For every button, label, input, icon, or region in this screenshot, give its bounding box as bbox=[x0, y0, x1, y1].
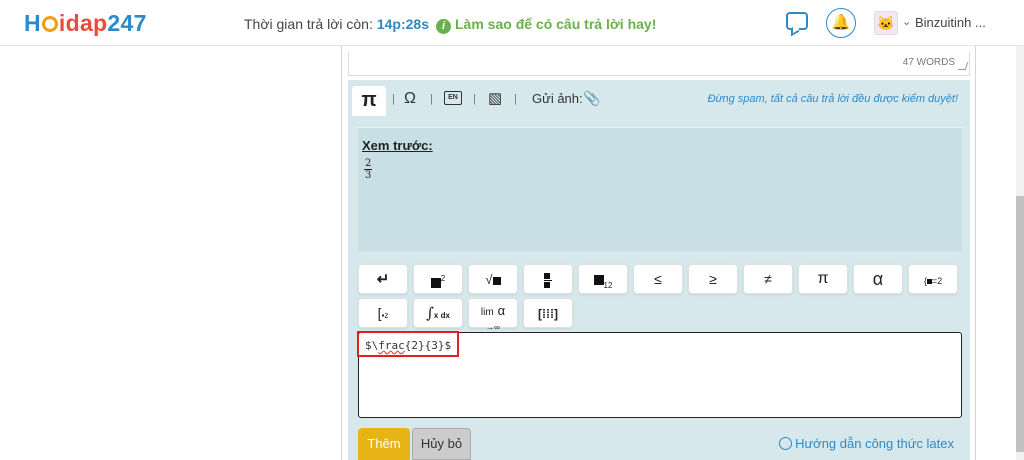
word-count-bar: 47 WORDS bbox=[348, 52, 970, 76]
latex-input[interactable]: $\frac{2}{3}$ bbox=[357, 331, 962, 418]
info-icon: i bbox=[436, 19, 451, 34]
bracket-icon: [▪z bbox=[377, 305, 389, 321]
greater-equal-button[interactable]: ≥ bbox=[688, 264, 738, 294]
logo-number: 247 bbox=[107, 10, 147, 36]
not-equal-button[interactable]: ≠ bbox=[743, 264, 793, 294]
enter-icon: ↵ bbox=[376, 271, 390, 288]
integral-button[interactable]: ∫x dx bbox=[413, 298, 463, 328]
formula-editor: π | Ω | EN | ▧ | Gửi ảnh: 📎 Đừng spam, t… bbox=[348, 80, 970, 460]
superscript-button[interactable]: 2 bbox=[413, 264, 463, 294]
square-placeholder-icon bbox=[430, 277, 441, 288]
fraction-denominator: 3 bbox=[365, 170, 372, 181]
upload-image-label[interactable]: Gửi ảnh: bbox=[532, 91, 583, 106]
editor-toolbar: π | Ω | EN | ▧ | Gửi ảnh: 📎 Đừng spam, t… bbox=[348, 80, 970, 116]
logo-text: idap bbox=[58, 10, 108, 36]
fraction-icon bbox=[544, 272, 552, 288]
limit-button[interactable]: lim α →∞ bbox=[468, 298, 518, 332]
cancel-button[interactable]: Hủy bỏ bbox=[412, 428, 471, 460]
lim-sub-label: →∞ bbox=[486, 323, 500, 332]
toolbar-separator: | bbox=[473, 93, 476, 105]
square-placeholder-icon bbox=[593, 275, 604, 286]
latex-guide-link[interactable]: Hướng dẫn công thức latex bbox=[779, 436, 954, 451]
resize-handle-icon[interactable] bbox=[957, 62, 969, 70]
system-equations-button[interactable]: {=2 bbox=[908, 264, 958, 294]
site-logo[interactable]: Hidap247 bbox=[24, 10, 147, 37]
paperclip-icon[interactable]: 📎 bbox=[583, 90, 600, 107]
less-equal-button[interactable]: ≤ bbox=[633, 264, 683, 294]
tab-special-chars[interactable]: Ω bbox=[404, 90, 416, 108]
answer-timer: Thời gian trả lời còn: 14p:28s bbox=[244, 16, 429, 32]
brace-system-icon: {=2 bbox=[923, 276, 943, 286]
page-scrollbar[interactable] bbox=[1016, 46, 1024, 460]
matrix-button[interactable]: [▪z bbox=[358, 298, 408, 328]
username[interactable]: Binzuitinh ... bbox=[915, 15, 986, 30]
chat-icon[interactable] bbox=[786, 12, 808, 30]
timer-value: 14p:28s bbox=[376, 16, 430, 32]
help-circle-icon bbox=[779, 437, 793, 450]
subscript-button[interactable]: 12 bbox=[578, 264, 628, 294]
tab-math-symbols[interactable]: π bbox=[352, 86, 386, 116]
sqrt-button[interactable]: √ bbox=[468, 264, 518, 294]
logo-circle-icon bbox=[41, 16, 58, 32]
moderation-notice: Đừng spam, tất cả câu trả lời đều được k… bbox=[707, 93, 958, 105]
add-button[interactable]: Thêm bbox=[358, 428, 410, 460]
toolbar-separator: | bbox=[514, 93, 517, 105]
guide-label: Hướng dẫn công thức latex bbox=[795, 436, 954, 451]
lim-label: lim bbox=[480, 307, 494, 318]
alpha-button[interactable]: α bbox=[853, 264, 903, 294]
avatar[interactable]: 🐱 bbox=[874, 11, 898, 35]
integral-icon: ∫ bbox=[426, 304, 434, 322]
table-matrix-button[interactable]: [⁞⁞⁞] bbox=[523, 298, 573, 328]
scrollbar-thumb[interactable] bbox=[1016, 196, 1024, 452]
sqrt-icon: √ bbox=[485, 272, 501, 287]
help-text: Làm sao để có câu trả lời hay! bbox=[455, 16, 657, 32]
answer-help-link[interactable]: i Làm sao để có câu trả lời hay! bbox=[436, 16, 656, 34]
grid-icon: [⁞⁞⁞] bbox=[538, 307, 558, 321]
keyboard-icon[interactable]: EN bbox=[444, 91, 462, 105]
logo-letter-h: H bbox=[24, 10, 41, 36]
fraction-button[interactable] bbox=[523, 264, 573, 294]
preview-title: Xem trước: bbox=[362, 138, 433, 153]
fraction-numerator: 2 bbox=[364, 158, 373, 170]
pi-button[interactable]: π bbox=[798, 264, 848, 294]
toolbar-separator: | bbox=[392, 93, 395, 105]
chevron-down-icon[interactable]: ⌄ bbox=[902, 15, 911, 28]
top-header: Hidap247 Thời gian trả lời còn: 14p:28s i… bbox=[0, 0, 1024, 46]
word-count: 47 WORDS bbox=[902, 57, 955, 68]
answer-panel: 47 WORDS π | Ω | EN | ▧ | Gửi ảnh: 📎 Đừn… bbox=[341, 46, 976, 460]
notification-bell-icon[interactable]: 🔔 bbox=[826, 8, 856, 38]
toolbar-separator: | bbox=[430, 93, 433, 105]
formula-preview: Xem trước: 2 3 bbox=[358, 127, 962, 251]
alpha-icon: α bbox=[497, 303, 506, 318]
timer-label: Thời gian trả lời còn: bbox=[244, 16, 373, 32]
newline-button[interactable]: ↵ bbox=[358, 264, 408, 294]
draw-icon[interactable]: ▧ bbox=[488, 89, 502, 107]
highlight-box bbox=[357, 331, 459, 357]
preview-fraction: 2 3 bbox=[364, 158, 373, 181]
